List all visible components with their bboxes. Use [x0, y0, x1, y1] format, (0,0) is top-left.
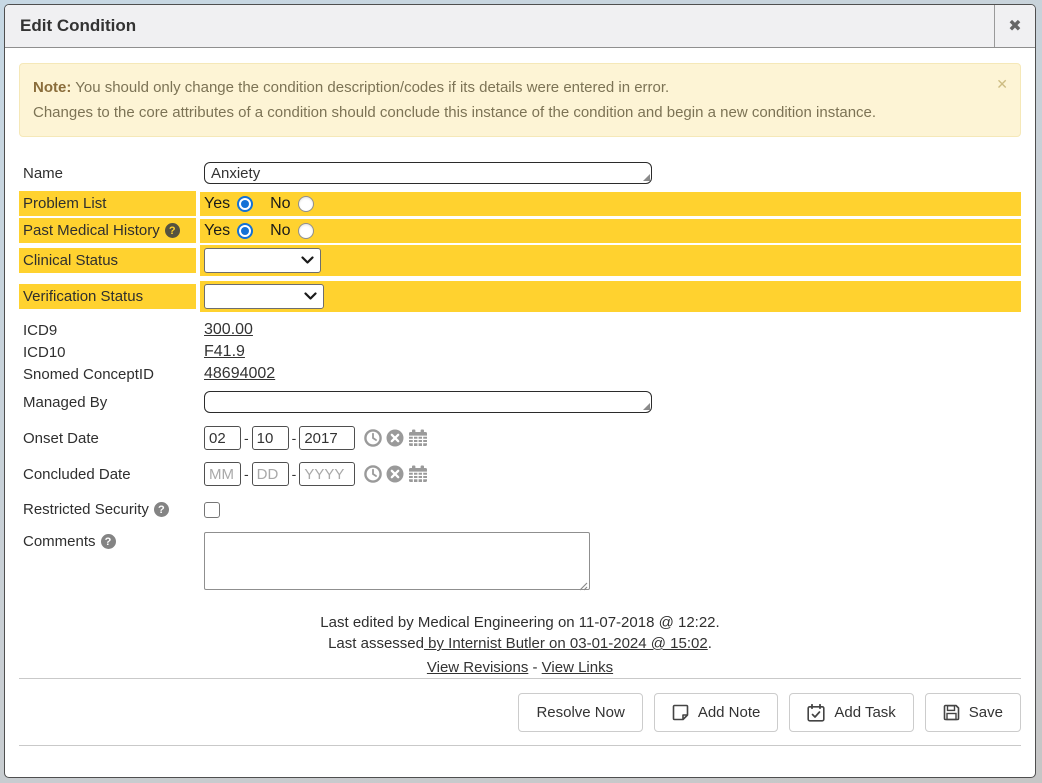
concluded-date-label: Concluded Date [19, 462, 196, 487]
time-picker-icon[interactable] [364, 429, 382, 447]
resolve-now-label: Resolve Now [536, 704, 624, 721]
pmh-no-label: No [270, 222, 290, 240]
note-line2: Changes to the core attributes of a cond… [33, 104, 876, 121]
calendar-picker-icon[interactable] [408, 429, 428, 447]
last-assessed-prefix: Last assessed [328, 635, 424, 652]
help-icon[interactable]: ? [165, 223, 180, 238]
pmh-no-radio[interactable] [298, 223, 314, 239]
concluded-year-input[interactable] [299, 462, 355, 486]
problem-list-no-label: No [270, 195, 290, 213]
date-dash: - [292, 430, 297, 446]
note-line1: You should only change the condition des… [75, 79, 669, 96]
verification-status-select[interactable] [204, 284, 324, 309]
time-picker-icon[interactable] [364, 465, 382, 483]
icd9-label: ICD9 [19, 320, 196, 341]
date-dash: - [244, 466, 249, 482]
name-row: Name [19, 159, 1021, 187]
clinical-status-label: Clinical Status [19, 248, 196, 273]
date-dash: - [292, 466, 297, 482]
comments-textarea[interactable] [204, 532, 590, 590]
save-button[interactable]: Save [925, 693, 1021, 732]
chevron-down-icon [301, 256, 314, 265]
concluded-date-row: Concluded Date - - [19, 459, 1021, 489]
managed-by-row: Managed By [19, 388, 1021, 416]
restricted-security-label: Restricted Security [23, 501, 149, 518]
past-medical-history-row: Past Medical History ? Yes No [19, 218, 1021, 243]
comments-label: Comments [23, 533, 96, 550]
add-task-button[interactable]: Add Task [789, 693, 913, 732]
pmh-yes-label: Yes [204, 222, 230, 240]
snomed-label: Snomed ConceptID [19, 364, 196, 385]
modal-close-button[interactable]: ✖ [994, 5, 1035, 47]
onset-date-row: Onset Date - - [19, 423, 1021, 453]
comments-row: Comments ? [19, 529, 1021, 598]
edit-condition-modal: Edit Condition ✖ Note: You should only c… [4, 4, 1036, 778]
calendar-picker-icon[interactable] [408, 465, 428, 483]
problem-list-no-radio[interactable] [298, 196, 314, 212]
warning-note-banner: Note: You should only change the conditi… [19, 63, 1021, 137]
snomed-row: Snomed ConceptID 48694002 [19, 363, 1021, 385]
name-label: Name [19, 161, 196, 186]
managed-by-label: Managed By [19, 390, 196, 415]
modal-body: Note: You should only change the conditi… [5, 48, 1035, 777]
modal-title: Edit Condition [5, 16, 994, 36]
name-input[interactable] [204, 162, 652, 184]
verification-status-row: Verification Status [19, 281, 1021, 312]
icd9-code-link[interactable]: 300.00 [204, 321, 253, 339]
icd10-row: ICD10 F41.9 [19, 341, 1021, 363]
problem-list-yes-label: Yes [204, 195, 230, 213]
managed-by-input[interactable] [204, 391, 652, 413]
divider [19, 745, 1021, 746]
clear-date-icon[interactable] [386, 465, 404, 483]
onset-day-input[interactable] [252, 426, 289, 450]
close-icon: ✖ [1008, 16, 1021, 36]
icd10-label: ICD10 [19, 342, 196, 363]
clear-date-icon[interactable] [386, 429, 404, 447]
clinical-status-select[interactable] [204, 248, 321, 273]
verification-status-label: Verification Status [19, 284, 196, 309]
modal-header: Edit Condition ✖ [5, 5, 1035, 48]
links-separator: - [528, 659, 541, 676]
note-dismiss-icon[interactable]: ✕ [996, 72, 1008, 97]
concluded-month-input[interactable] [204, 462, 241, 486]
clinical-status-row: Clinical Status [19, 245, 1021, 276]
onset-year-input[interactable] [299, 426, 355, 450]
note-icon [672, 704, 689, 721]
past-medical-history-label: Past Medical History [23, 222, 160, 239]
problem-list-row: Problem List Yes No [19, 191, 1021, 216]
save-label: Save [969, 704, 1003, 721]
view-links-link[interactable]: View Links [542, 659, 613, 676]
restricted-security-checkbox[interactable] [204, 502, 220, 518]
add-task-label: Add Task [834, 704, 895, 721]
button-bar: Resolve Now Add Note Add Task Save [19, 679, 1021, 745]
snomed-code-link[interactable]: 48694002 [204, 365, 275, 383]
chevron-down-icon [304, 292, 317, 301]
calendar-task-icon [807, 704, 825, 722]
audit-info: Last edited by Medical Engineering on 11… [19, 612, 1021, 678]
last-assessed-link[interactable]: by Internist Butler on 03-01-2024 @ 15:0… [424, 635, 708, 652]
add-note-label: Add Note [698, 704, 761, 721]
icd9-row: ICD9 300.00 [19, 319, 1021, 341]
resolve-now-button[interactable]: Resolve Now [518, 693, 642, 732]
last-edited-text: Last edited by Medical Engineering on 11… [19, 612, 1021, 633]
help-icon[interactable]: ? [154, 502, 169, 517]
icd10-code-link[interactable]: F41.9 [204, 343, 245, 361]
problem-list-yes-radio[interactable] [237, 196, 253, 212]
view-revisions-link[interactable]: View Revisions [427, 659, 528, 676]
help-icon[interactable]: ? [101, 534, 116, 549]
onset-month-input[interactable] [204, 426, 241, 450]
problem-list-label: Problem List [19, 191, 196, 216]
note-label: Note: [33, 79, 71, 96]
concluded-day-input[interactable] [252, 462, 289, 486]
add-note-button[interactable]: Add Note [654, 693, 779, 732]
date-dash: - [244, 430, 249, 446]
last-assessed-suffix: . [708, 635, 712, 652]
onset-date-label: Onset Date [19, 426, 196, 451]
save-floppy-icon [943, 704, 960, 721]
restricted-security-row: Restricted Security ? [19, 497, 1021, 522]
pmh-yes-radio[interactable] [237, 223, 253, 239]
